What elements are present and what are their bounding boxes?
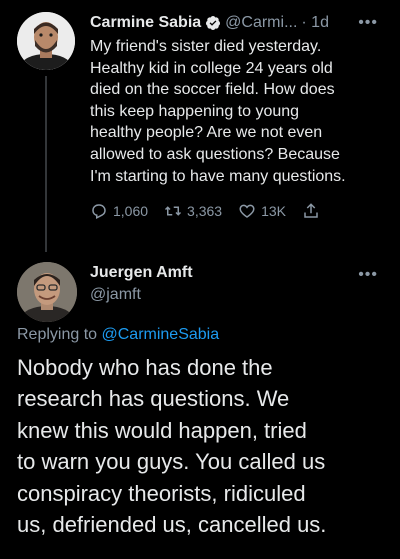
replying-to-link[interactable]: @CarmineSabia bbox=[102, 326, 220, 343]
reply-text-line: us, defriended us, cancelled us. bbox=[17, 512, 327, 538]
tweet-text-line: Healthy kid in college 24 years old bbox=[90, 59, 333, 77]
tweet-text-line: I'm starting to have many questions. bbox=[90, 167, 346, 185]
reply-text-line: Nobody who has done the bbox=[17, 355, 273, 380]
avatar-carmine-image bbox=[17, 12, 75, 70]
reply-text-line: knew this would happen, tried bbox=[17, 417, 307, 443]
retweet-count: 3,363 bbox=[187, 203, 223, 219]
reply-author-handle[interactable]: @jamft bbox=[90, 284, 378, 306]
like-button[interactable]: 13K bbox=[238, 202, 286, 220]
reply-text-line: to warn you guys. You called us bbox=[17, 449, 326, 475]
share-button[interactable] bbox=[302, 202, 325, 220]
tweet-text-line: this keep happening to young bbox=[90, 102, 300, 120]
tweet-time[interactable]: · 1d bbox=[301, 14, 329, 32]
thread-line bbox=[45, 76, 47, 252]
reply-count: 1,060 bbox=[113, 203, 149, 219]
replying-to: Replying to @CarmineSabia bbox=[17, 326, 219, 344]
retweet-button[interactable]: 3,363 bbox=[164, 202, 222, 220]
heart-icon bbox=[239, 204, 255, 218]
avatar-juergen-image bbox=[17, 262, 77, 322]
reply-icon bbox=[92, 204, 106, 219]
tweet-text-line: allowed to ask questions? Because bbox=[90, 145, 340, 163]
avatar-carmine[interactable] bbox=[17, 12, 75, 70]
author-handle[interactable]: @Carmi... bbox=[225, 14, 297, 32]
more-icon[interactable]: ••• bbox=[358, 266, 378, 284]
tweet-text: My friend's sister died yesterday. Healt… bbox=[90, 36, 380, 187]
reply-text-line: research has questions. We bbox=[17, 386, 290, 412]
share-icon bbox=[304, 203, 318, 218]
more-icon[interactable]: ••• bbox=[358, 14, 378, 32]
tweet-text-line: healthy people? Are we not even bbox=[90, 124, 323, 142]
reply-header: Juergen Amft @jamft ••• bbox=[90, 262, 378, 306]
tweet-header: Carmine Sabia @Carmi... · 1d ••• bbox=[90, 12, 378, 34]
reply-text-line: conspiracy theorists, ridiculed bbox=[17, 480, 306, 506]
retweet-icon bbox=[165, 206, 182, 216]
like-count: 13K bbox=[261, 203, 287, 219]
tweet-text-line: My friend's sister died yesterday. bbox=[90, 38, 322, 55]
tweet-carmine[interactable]: Carmine Sabia @Carmi... · 1d ••• My frie… bbox=[0, 0, 400, 252]
reply-button[interactable]: 1,060 bbox=[90, 202, 148, 220]
avatar-juergen[interactable] bbox=[17, 262, 77, 322]
reply-text: Nobody who has done the research has que… bbox=[17, 352, 397, 540]
replying-to-label: Replying to bbox=[17, 326, 98, 343]
author-name[interactable]: Carmine Sabia bbox=[90, 14, 201, 32]
tweet-text-line: died on the soccer field. How does bbox=[90, 81, 335, 99]
verified-badge-icon bbox=[206, 16, 221, 30]
tweet-actions: 1,060 3,363 13K bbox=[90, 200, 370, 222]
reply-author-name[interactable]: Juergen Amft bbox=[90, 262, 378, 284]
